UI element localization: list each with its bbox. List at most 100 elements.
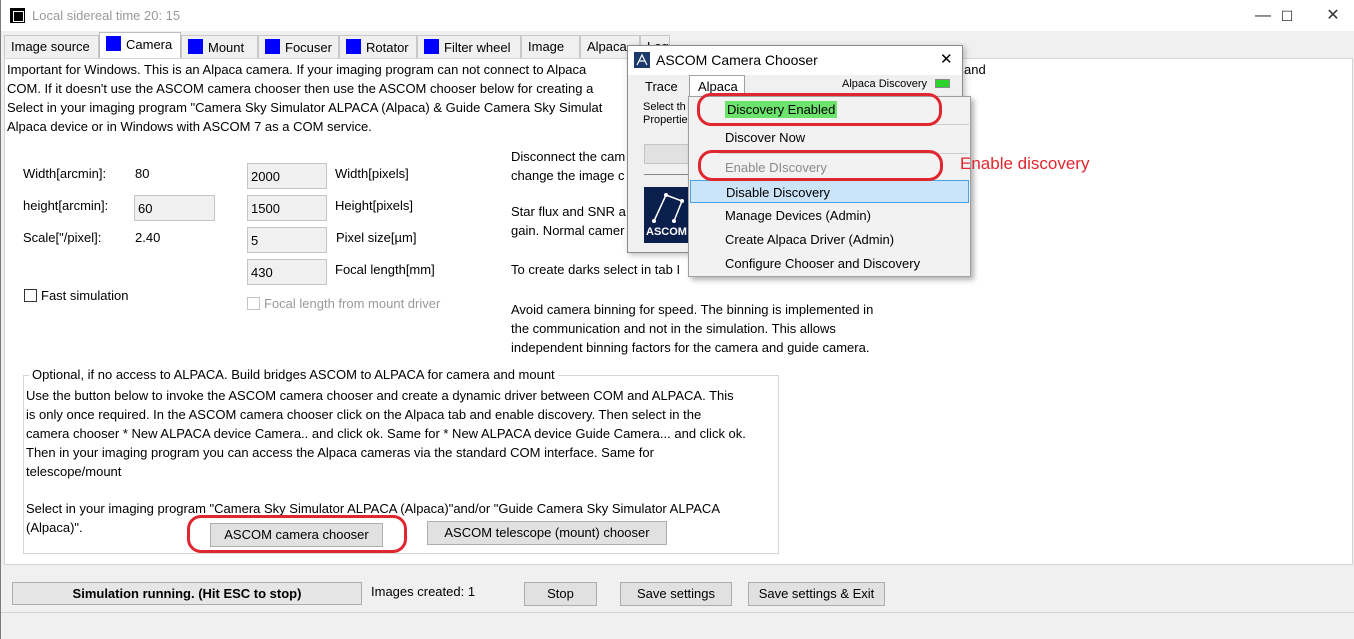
fast-simulation-checkbox[interactable]: Fast simulation [24, 286, 128, 305]
focal-length-label: Focal length[mm] [335, 262, 435, 277]
note-disconnect-2: change the image c [511, 168, 625, 183]
dialog-title: ASCOM Camera Chooser [656, 52, 818, 68]
height-arcmin-label: height[arcmin]: [23, 198, 109, 213]
window-title: Local sidereal time 20: 15 [32, 8, 181, 23]
note-star-flux-2: gain. Normal camer [511, 223, 625, 238]
checkbox-box [247, 297, 260, 310]
group-text-1: Use the button below to invoke the ASCOM… [26, 388, 734, 403]
tab-filter-wheel[interactable]: Filter wheel [417, 35, 521, 58]
tab-image[interactable]: Image [521, 35, 580, 58]
tab-mount[interactable]: Mount [181, 35, 258, 58]
close-button[interactable]: ✕ [1310, 5, 1354, 27]
tab-focuser[interactable]: Focuser [258, 35, 339, 58]
note-disconnect-1: Disconnect the cam [511, 149, 626, 164]
menu-item-discover-now[interactable]: Discover Now [690, 126, 969, 149]
discovery-status-indicator [935, 79, 950, 88]
note-binning-3: independent binning factors for the came… [511, 340, 870, 355]
tab-image-source[interactable]: Image source [4, 35, 99, 58]
tab-label: Image [528, 39, 565, 54]
camera-square-icon [106, 36, 121, 51]
main-window: Local sidereal time 20: 15 — ☐ ✕ Image s… [0, 0, 1354, 639]
menu-item-discovery-enabled[interactable]: Discovery Enabled [690, 98, 969, 121]
maximize-button[interactable]: ☐ [1264, 5, 1310, 27]
menu-separator [719, 153, 969, 154]
note-star-flux-1: Star flux and SNR a [511, 204, 626, 219]
dialog-divider [644, 174, 694, 175]
focal-from-mount-checkbox[interactable]: Focal length from mount driver [247, 294, 440, 313]
scale-label: Scale["/pixel]: [23, 230, 102, 245]
group-text-6: Select in your imaging program "Camera S… [26, 501, 720, 516]
height-pixels-field[interactable]: 1500 [247, 195, 327, 221]
height-pixels-label: Height[pixels] [335, 198, 414, 213]
tab-label: Image source [11, 39, 90, 54]
tab-label: Alpaca [587, 39, 627, 54]
group-text-4: Then in your imaging program you can acc… [26, 445, 654, 460]
intro-line-3: Select in your imaging program "Camera S… [7, 100, 603, 115]
device-dropdown[interactable] [644, 144, 694, 164]
checkbox-box [24, 289, 37, 302]
title-bar: Local sidereal time 20: 15 — ☐ ✕ [1, 0, 1354, 31]
menu-alpaca-label: Alpaca [698, 79, 738, 94]
group-text-5: telescope/mount [26, 464, 122, 479]
ascom-logo-image: ASCOM [644, 187, 694, 243]
menu-item-create-driver[interactable]: Create Alpaca Driver (Admin) [690, 228, 969, 251]
group-text-2: is only once required. In the ASCOM came… [26, 407, 702, 422]
tab-label: Filter wheel [444, 40, 511, 55]
focal-from-mount-label: Focal length from mount driver [264, 296, 441, 311]
annotation-enable-discovery: Enable discovery [960, 154, 1090, 173]
rotator-square-icon [346, 39, 361, 54]
menu-trace[interactable]: Trace [645, 77, 678, 96]
dialog-title-bar: ASCOM Camera Chooser ✕ [628, 46, 962, 75]
intro-line-2: COM. If it doesn't use the ASCOM camera … [7, 81, 594, 96]
groupbox-title: Optional, if no access to ALPACA. Build … [29, 365, 558, 384]
app-icon [10, 8, 25, 23]
discovery-enabled-label: Discovery Enabled [725, 101, 838, 118]
alpaca-dropdown-menu: Discovery Enabled Discover Now Enable DI… [688, 96, 971, 277]
tab-label: Camera [126, 37, 173, 52]
ascom-star-logo-icon [652, 193, 684, 223]
menu-item-configure-chooser[interactable]: Configure Chooser and Discovery [690, 252, 969, 275]
focal-length-field[interactable]: 430 [247, 259, 327, 285]
mount-square-icon [188, 39, 203, 54]
note-binning-1: Avoid camera binning for speed. The binn… [511, 302, 874, 317]
alpaca-discovery-label: Alpaca Discovery [842, 78, 927, 90]
width-pixels-label: Width[pixels] [335, 166, 409, 181]
width-arcmin-value: 80 [135, 166, 150, 181]
tab-label: Focuser [285, 40, 332, 55]
dialog-close-button[interactable]: ✕ [940, 50, 953, 69]
width-pixels-field[interactable]: 2000 [247, 163, 327, 189]
save-exit-button[interactable]: Save settings & Exit [748, 582, 885, 606]
note-binning-2: the communication and not in the simulat… [511, 321, 836, 336]
menu-alpaca[interactable]: Alpaca [689, 75, 745, 97]
pixel-size-field[interactable]: 5 [247, 227, 327, 253]
tab-label: Mount [208, 40, 245, 55]
height-arcmin-field[interactable]: 60 [134, 195, 215, 221]
select-text-2: Properties [643, 114, 694, 126]
menu-item-disable-discovery[interactable]: Disable Discovery [690, 180, 969, 203]
images-created-text: Images created: 1 [371, 584, 476, 599]
width-arcmin-label: Width[arcmin]: [23, 166, 107, 181]
menu-separator [719, 124, 969, 125]
tab-rotator[interactable]: Rotator [339, 35, 417, 58]
group-text-3: camera chooser * New ALPACA device Camer… [26, 426, 746, 441]
ascom-logo-icon [634, 52, 650, 68]
group-text-7: (Alpaca)". [26, 520, 83, 535]
intro-line-4: Alpaca device or in Windows with ASCOM 7… [7, 119, 372, 134]
menu-item-enable-discovery[interactable]: Enable DIscovery [690, 156, 969, 179]
ascom-camera-chooser-button[interactable]: ASCOM camera chooser [210, 523, 383, 547]
tab-camera[interactable]: Camera [99, 32, 181, 59]
filter-wheel-square-icon [424, 39, 439, 54]
focuser-square-icon [265, 39, 280, 54]
scale-value: 2.40 [135, 230, 161, 245]
stop-button[interactable]: Stop [524, 582, 597, 606]
menu-item-manage-devices[interactable]: Manage Devices (Admin) [690, 204, 969, 227]
note-darks: To create darks select in tab I [511, 262, 681, 277]
pixel-size-label: Pixel size[µm] [336, 230, 417, 245]
simulation-status-button[interactable]: Simulation running. (Hit ESC to stop) [12, 582, 362, 605]
select-text-1: Select th [643, 101, 686, 113]
ascom-telescope-chooser-button[interactable]: ASCOM telescope (mount) chooser [427, 521, 667, 545]
intro-line-1: Important for Windows. This is an Alpaca… [7, 62, 587, 77]
ascom-logo-text: ASCOM [646, 226, 687, 238]
intro-line-1-tail: and [964, 62, 986, 77]
save-settings-button[interactable]: Save settings [620, 582, 732, 606]
